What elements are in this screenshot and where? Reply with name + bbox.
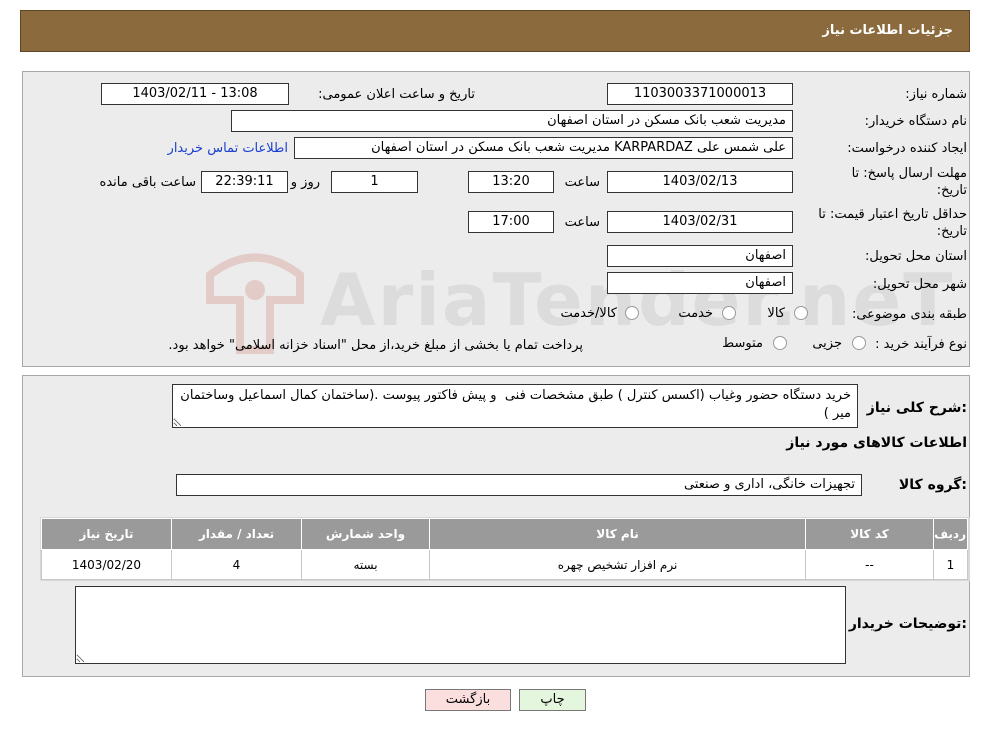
deadline-time-label: ساعت — [564, 175, 600, 190]
goods-info-title: اطلاعات کالاهای مورد نیاز — [786, 435, 967, 451]
process-medium-radio[interactable] — [773, 336, 787, 350]
print-button[interactable]: چاپ — [519, 689, 586, 711]
back-button[interactable]: بازگشت — [425, 689, 511, 711]
page-title: جزئیات اطلاعات نیاز — [822, 23, 953, 38]
validity-time-field[interactable]: 17:00 — [468, 211, 554, 233]
city-label: شهر محل تحویل: — [872, 277, 967, 292]
col-quantity: تعداد / مقدار — [171, 518, 302, 550]
process-label: نوع فرآیند خرید : — [875, 337, 967, 352]
validity-label: حداقل تاریخ اعتبار قیمت: تا — [818, 207, 967, 222]
category-goods-service-radio[interactable] — [625, 306, 639, 320]
goods-group-label: گروه کالا: — [898, 477, 967, 493]
col-row-number: ردیف — [933, 518, 968, 550]
col-goods-name: نام کالا — [429, 518, 806, 550]
cell-goods-code: -- — [805, 549, 934, 580]
category-label: طبقه بندی موضوعی: — [851, 307, 967, 322]
province-label: استان محل تحویل: — [865, 249, 967, 264]
remaining-time-field[interactable]: 22:39:11 — [201, 171, 288, 193]
validity-time-label: ساعت — [564, 215, 600, 230]
cell-row-number: 1 — [933, 549, 968, 580]
process-medium-label: متوسط — [722, 336, 763, 351]
deadline-label-date: تاریخ: — [936, 183, 967, 198]
creator-field[interactable]: علی شمس علی KARPARDAZ مدیریت شعب بانک مس… — [294, 137, 793, 159]
table-row: 1 -- نرم افزار تشخیص چهره بسته 4 1403/02… — [41, 549, 968, 580]
cell-goods-name: نرم افزار تشخیص چهره — [429, 549, 806, 580]
description-label: شرح کلی نیاز: — [866, 400, 967, 416]
goods-group-field[interactable]: تجهیزات خانگی، اداری و صنعتی — [176, 474, 862, 496]
cell-quantity: 4 — [171, 549, 302, 580]
payment-note: پرداخت تمام یا بخشی از مبلغ خرید،از محل … — [168, 338, 583, 353]
need-number-field[interactable]: 1103003371000013 — [607, 83, 793, 105]
category-goods-service-label: کالا/خدمت — [560, 306, 617, 321]
buyer-org-field[interactable]: مدیریت شعب بانک مسکن در استان اصفهان — [231, 110, 793, 132]
deadline-time-field[interactable]: 13:20 — [468, 171, 554, 193]
cell-need-date: 1403/02/20 — [41, 549, 172, 580]
description-textarea[interactable]: خرید دستگاه حضور وغیاب (اکسس کنترل ) طبق… — [172, 384, 858, 428]
category-service-label: خدمت — [678, 306, 713, 321]
province-field[interactable]: اصفهان — [607, 245, 793, 267]
process-minor-label: جزیی — [812, 336, 842, 351]
category-goods-radio[interactable] — [794, 306, 808, 320]
buyer-contact-link[interactable]: اطلاعات تماس خریدار — [168, 141, 288, 156]
announce-datetime-field[interactable]: 1403/02/11 - 13:08 — [101, 83, 289, 105]
col-goods-code: کد کالا — [805, 518, 934, 550]
watermark-text: AriaTender.neT — [320, 258, 955, 342]
cell-unit: بسته — [301, 549, 430, 580]
process-minor-radio[interactable] — [852, 336, 866, 350]
items-table-header: ردیف کد کالا نام کالا واحد شمارش تعداد /… — [41, 518, 968, 550]
days-label: روز و — [290, 175, 320, 190]
buyer-notes-label: توضیحات خریدار: — [848, 616, 967, 632]
items-table-wrapper: ردیف کد کالا نام کالا واحد شمارش تعداد /… — [40, 517, 970, 581]
need-number-label: شماره نیاز: — [905, 87, 967, 102]
remaining-days-field[interactable]: 1 — [331, 171, 418, 193]
creator-label: ایجاد کننده درخواست: — [847, 141, 967, 156]
validity-date-field[interactable]: 1403/02/31 — [607, 211, 793, 233]
items-table: ردیف کد کالا نام کالا واحد شمارش تعداد /… — [41, 518, 968, 580]
page-header: جزئیات اطلاعات نیاز — [20, 10, 970, 52]
category-service-radio[interactable] — [722, 306, 736, 320]
category-goods-label: کالا — [767, 306, 785, 321]
buyer-label: نام دستگاه خریدار: — [864, 114, 967, 129]
remaining-label: ساعت باقی مانده — [99, 175, 196, 190]
buyer-notes-textarea[interactable] — [75, 586, 846, 664]
validity-label-date: تاریخ: — [936, 224, 967, 239]
announce-label: تاریخ و ساعت اعلان عمومی: — [318, 87, 475, 102]
city-field[interactable]: اصفهان — [607, 272, 793, 294]
col-need-date: تاریخ نیاز — [41, 518, 172, 550]
deadline-label: مهلت ارسال پاسخ: تا — [851, 166, 967, 181]
col-unit: واحد شمارش — [301, 518, 430, 550]
deadline-date-field[interactable]: 1403/02/13 — [607, 171, 793, 193]
